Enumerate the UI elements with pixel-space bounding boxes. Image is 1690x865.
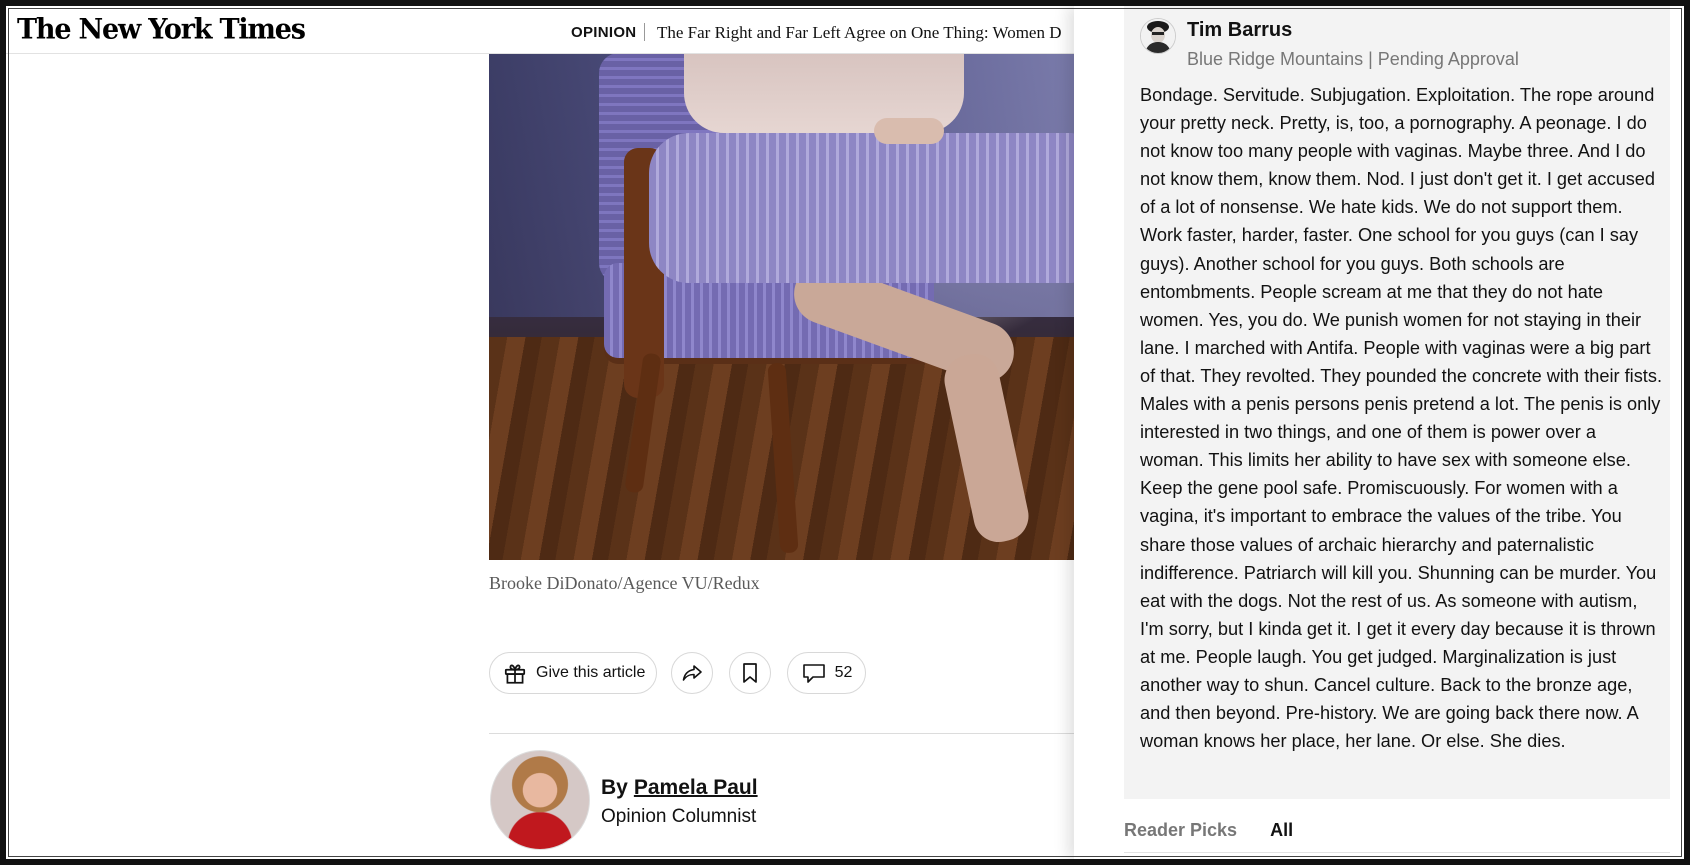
gift-icon [502,660,528,686]
share-icon [680,661,704,685]
commenter-name[interactable]: Tim Barrus [1187,19,1292,42]
article-headline: The Far Right and Far Left Agree on One … [657,23,1062,42]
commenter-avatar[interactable] [1140,18,1176,54]
comment-bubble-icon [801,661,827,685]
gift-article-button[interactable]: Give this article [489,652,657,694]
comment-count: 52 [834,664,853,681]
bookmark-icon [739,661,761,685]
comments-panel: Tim Barrus Blue Ridge Mountains | Pendin… [1074,6,1684,859]
gift-article-label: Give this article [536,664,646,681]
tabs-divider [1124,852,1670,853]
masthead-bar: The New York Times OPINION The Far Right… [6,6,1081,54]
comment-body: Bondage. Servitude. Subjugation. Exploit… [1140,85,1663,752]
comment-card: Tim Barrus Blue Ridge Mountains | Pendin… [1124,6,1670,799]
comments-button[interactable]: 52 [787,652,866,694]
nyt-logo[interactable]: The New York Times [17,13,306,46]
tab-all[interactable]: All [1270,820,1293,841]
author-link[interactable]: Pamela Paul [634,776,758,799]
author-avatar[interactable] [490,750,590,850]
photo-credit: Brooke DiDonato/Agence VU/Redux [489,573,760,593]
photo-cushion [649,133,1081,283]
byline-prefix: By [601,776,628,799]
save-button[interactable] [729,652,771,694]
share-button[interactable] [671,652,713,694]
author-role: Opinion Columnist [601,806,757,827]
commenter-meta: Blue Ridge Mountains | Pending Approval [1187,49,1519,69]
byline-divider [489,733,1081,734]
tab-reader-picks[interactable]: Reader Picks [1124,820,1237,841]
section-label[interactable]: OPINION [571,24,636,41]
article-photo [489,53,1081,560]
photo-hand [874,118,944,144]
byline: By Pamela Paul [601,776,758,800]
header-separator [644,23,645,41]
comment-tabs: Reader Picks All [1124,820,1293,841]
